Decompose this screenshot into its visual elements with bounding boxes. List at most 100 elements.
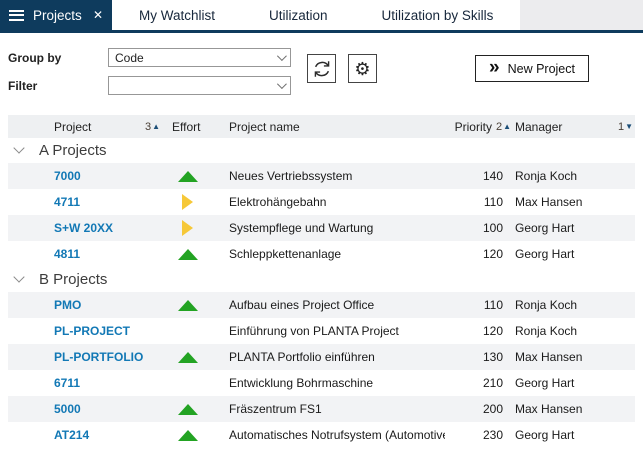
column-header-priority-label: Priority (454, 119, 492, 134)
group-header-row[interactable]: A Projects (8, 138, 635, 163)
priority-cell: 200 (482, 402, 503, 416)
project-code-link[interactable]: 6711 (54, 376, 160, 390)
effort-trend-up-green-icon (177, 403, 198, 415)
project-name-cell: Systempflege und Wartung (229, 221, 374, 235)
toolbar: Group by Code Filter ⚙ » New Project (0, 33, 643, 115)
priority-cell: 120 (482, 247, 503, 261)
column-header-project-name[interactable]: Project name (215, 120, 445, 134)
effort-trend-up-green-icon (177, 299, 198, 311)
effort-trend-up-green-icon (177, 170, 198, 182)
inactive-tabs: My Watchlist Utilization Utilization by … (112, 0, 520, 30)
sort-indicator-priority[interactable]: 2 ▲ (496, 121, 511, 133)
project-code-link[interactable]: 4711 (54, 195, 160, 209)
project-name-cell: Fräszentrum FS1 (229, 402, 322, 416)
project-code-link[interactable]: 5000 (54, 402, 160, 416)
chevron-down-icon (276, 51, 287, 62)
manager-cell: Georg Hart (515, 221, 575, 235)
sort-arrow-up-icon: ▲ (503, 122, 511, 131)
table-row[interactable]: PL-PROJECT Einführung von PLANTA Project… (8, 318, 635, 344)
group-by-label: Group by (8, 51, 62, 65)
group-label: A Projects (39, 142, 107, 159)
sort-arrow-up-icon: ▲ (152, 122, 160, 131)
manager-cell: Max Hansen (515, 350, 583, 364)
effort-cell (160, 299, 215, 311)
project-code-link[interactable]: AT214 (54, 428, 160, 442)
column-header-priority[interactable]: Priority 2 ▲ (445, 120, 511, 134)
project-code-link[interactable]: PL-PORTFOLIO (54, 350, 160, 364)
column-header-effort[interactable]: Effort (160, 120, 215, 134)
effort-cell (160, 351, 215, 363)
effort-cell (160, 429, 215, 441)
manager-cell: Ronja Koch (515, 298, 578, 312)
table-row[interactable]: 4711 Elektrohängebahn 110 Max Hansen (8, 189, 635, 215)
manager-cell: Georg Hart (515, 376, 575, 390)
project-code-link[interactable]: 7000 (54, 169, 160, 183)
effort-trend-right-yellow-icon (182, 220, 193, 236)
project-name-cell: Neues Vertriebssystem (229, 169, 353, 183)
tab-label: My Watchlist (139, 7, 216, 23)
table-header-row: Project 3 ▲ Effort Project name Priority … (8, 115, 635, 138)
project-code-link[interactable]: 4811 (54, 247, 160, 261)
collapse-chevron-icon[interactable] (13, 142, 25, 154)
priority-cell: 230 (482, 428, 503, 442)
double-chevron-right-icon: » (489, 56, 500, 78)
column-header-project[interactable]: Project 3 ▲ (54, 120, 160, 134)
effort-cell (160, 170, 215, 182)
refresh-icon (312, 59, 332, 79)
tab-utilization[interactable]: Utilization (242, 0, 355, 30)
table-row[interactable]: S+W 20XX Systempflege und Wartung 100 Ge… (8, 215, 635, 241)
effort-trend-up-green-icon (177, 351, 198, 363)
table-row[interactable]: 4811 Schleppkettenanlage 120 Georg Hart (8, 241, 635, 267)
column-header-manager[interactable]: Manager 1 ▼ (511, 120, 635, 134)
table-row[interactable]: PMO Aufbau eines Project Office 110 Ronj… (8, 292, 635, 318)
sort-arrow-down-icon: ▼ (625, 122, 633, 131)
priority-cell: 210 (482, 376, 503, 390)
project-name-cell: Schleppkettenanlage (229, 247, 342, 261)
column-header-manager-label: Manager (515, 119, 563, 134)
close-icon[interactable]: ✕ (93, 9, 103, 21)
hamburger-menu-icon[interactable] (9, 9, 24, 21)
project-code-link[interactable]: S+W 20XX (54, 221, 160, 235)
projects-table: Project 3 ▲ Effort Project name Priority … (8, 115, 635, 448)
settings-button[interactable]: ⚙ (348, 54, 377, 83)
effort-cell (160, 403, 215, 415)
priority-cell: 140 (482, 169, 503, 183)
table-row[interactable]: 5000 Fräszentrum FS1 200 Max Hansen (8, 396, 635, 422)
priority-cell: 130 (482, 350, 503, 364)
priority-cell: 120 (482, 324, 503, 338)
group-by-value: Code (115, 50, 144, 65)
tab-projects[interactable]: Projects ✕ (0, 0, 112, 30)
manager-cell: Ronja Koch (515, 324, 578, 338)
refresh-button[interactable] (307, 54, 336, 83)
project-name-cell: Automatisches Notrufsystem (Automotive) (229, 428, 445, 442)
tab-projects-label: Projects (33, 7, 82, 23)
sort-indicator-manager[interactable]: 1 ▼ (618, 121, 633, 133)
group-header-row[interactable]: B Projects (8, 267, 635, 292)
new-project-button[interactable]: » New Project (475, 55, 589, 82)
table-row[interactable]: PL-PORTFOLIO PLANTA Portfolio einführen … (8, 344, 635, 370)
chevron-down-icon (276, 79, 287, 90)
tab-my-watchlist[interactable]: My Watchlist (112, 0, 242, 30)
project-name-cell: Elektrohängebahn (229, 195, 327, 209)
sort-indicator-project[interactable]: 3 ▲ (145, 121, 160, 133)
priority-cell: 110 (483, 195, 503, 209)
filter-label: Filter (8, 79, 38, 93)
group-by-select[interactable]: Code (108, 48, 291, 67)
effort-cell (160, 248, 215, 260)
project-name-cell: Aufbau eines Project Office (229, 298, 375, 312)
project-code-link[interactable]: PL-PROJECT (54, 324, 160, 338)
table-row[interactable]: 6711 Entwicklung Bohrmaschine 210 Georg … (8, 370, 635, 396)
table-body: A Projects 7000 Neues Vertriebssystem 14… (8, 138, 635, 448)
priority-cell: 100 (482, 221, 503, 235)
tab-utilization-by-skills[interactable]: Utilization by Skills (355, 0, 521, 30)
project-name-cell: Entwicklung Bohrmaschine (229, 376, 374, 390)
tabbar-filler (520, 0, 643, 30)
filter-select[interactable] (108, 76, 291, 95)
project-code-link[interactable]: PMO (54, 298, 160, 312)
gear-icon: ⚙ (354, 58, 371, 79)
project-name-cell: PLANTA Portfolio einführen (229, 350, 375, 364)
table-row[interactable]: 7000 Neues Vertriebssystem 140 Ronja Koc… (8, 163, 635, 189)
table-row[interactable]: AT214 Automatisches Notrufsystem (Automo… (8, 422, 635, 448)
manager-cell: Georg Hart (515, 247, 575, 261)
collapse-chevron-icon[interactable] (13, 271, 25, 283)
